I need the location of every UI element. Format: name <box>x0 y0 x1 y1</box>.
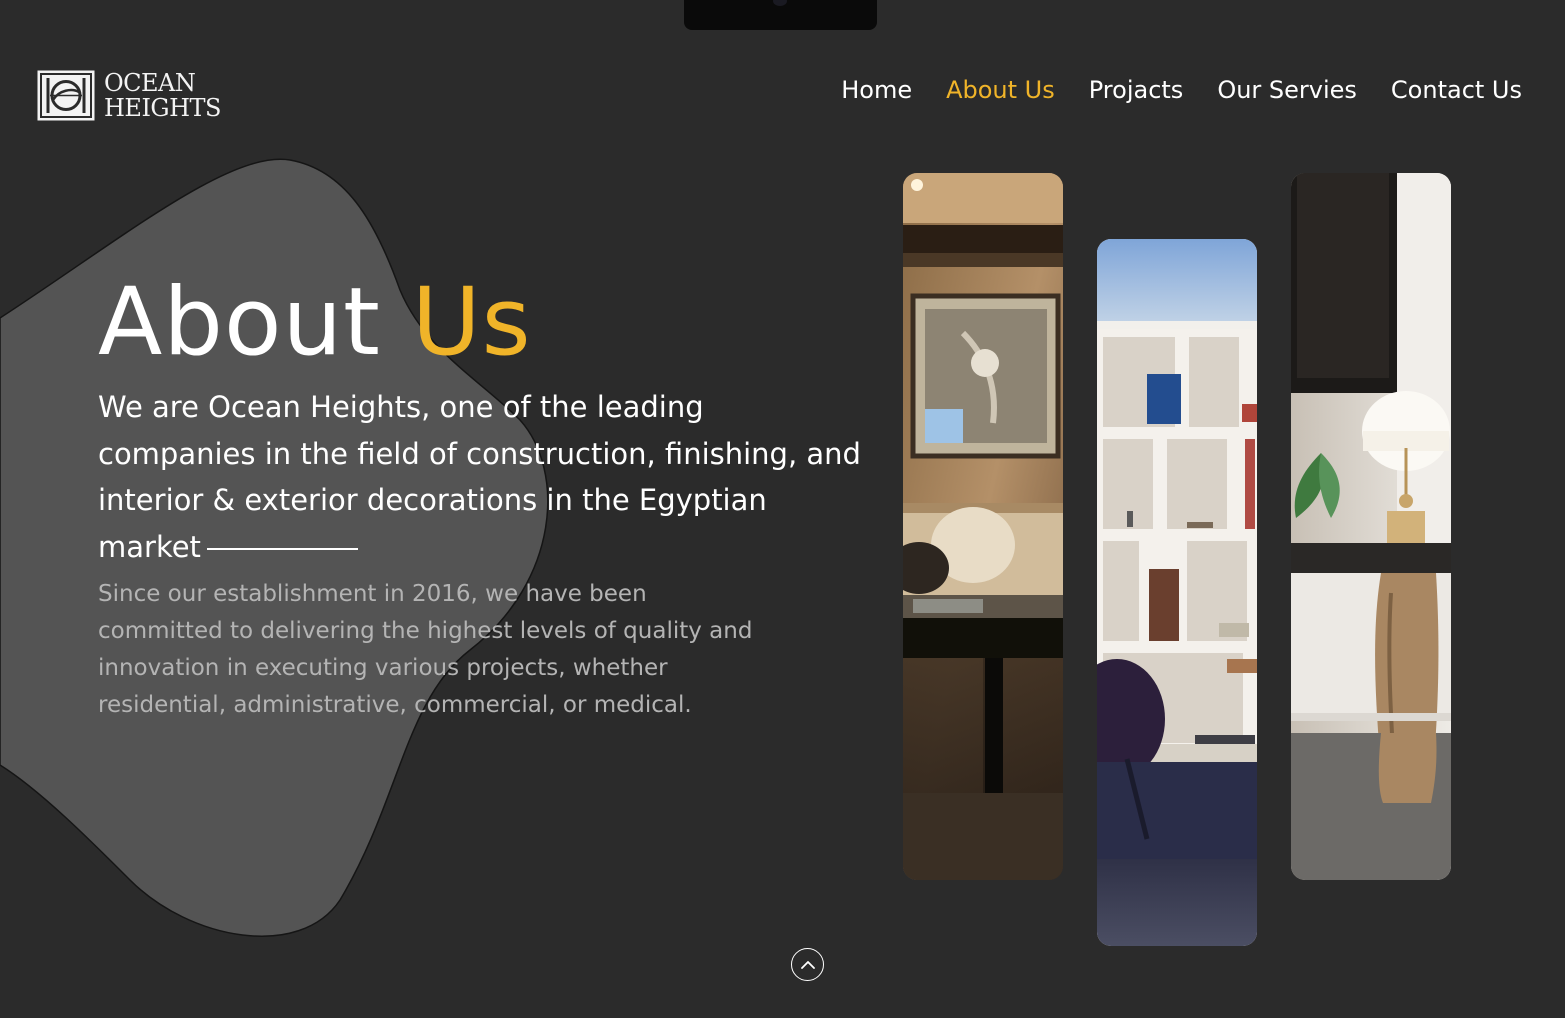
intro-body: Since our establishment in 2016, we have… <box>98 581 753 718</box>
nav-services[interactable]: Our Servies <box>1217 76 1357 104</box>
nav-contact-us[interactable]: Contact Us <box>1391 76 1522 104</box>
logo-icon <box>37 70 95 121</box>
brand-name-line2: HEIGHTS <box>104 93 221 122</box>
camera-notch <box>684 0 877 30</box>
lead-divider <box>206 547 358 550</box>
brand-name: OCEAN HEIGHTS <box>104 68 221 122</box>
brand-logo[interactable]: OCEAN HEIGHTS <box>37 70 221 121</box>
chevron-up-icon <box>800 961 815 969</box>
scroll-up-button[interactable] <box>791 948 824 981</box>
title-plain: About <box>98 268 381 377</box>
main-nav: Home About Us Projacts Our Servies Conta… <box>841 76 1522 104</box>
nav-about-us[interactable]: About Us <box>946 76 1055 104</box>
brand-name-line1: OCEAN <box>104 68 196 97</box>
living-room-photo <box>903 173 1063 880</box>
about-page: OCEAN HEIGHTS Home About Us Projacts Our… <box>0 0 1565 1018</box>
nav-home[interactable]: Home <box>841 76 912 104</box>
nav-projects[interactable]: Projacts <box>1089 76 1184 104</box>
bookshelf-photo <box>1097 239 1257 946</box>
title-accent: Us <box>411 268 532 377</box>
page-title: About Us <box>98 268 532 377</box>
desk-lamp-photo <box>1291 173 1451 880</box>
intro-lead-text: We are Ocean Heights, one of the leading… <box>98 390 861 564</box>
intro-lead: We are Ocean Heights, one of the leading… <box>98 384 868 570</box>
